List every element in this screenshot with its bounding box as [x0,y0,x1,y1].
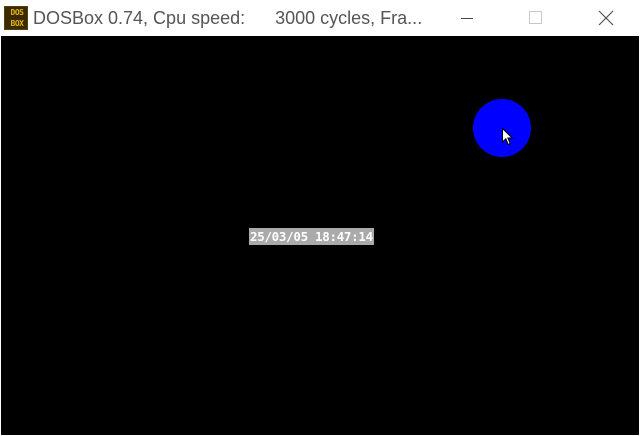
close-button[interactable] [582,0,628,36]
dosbox-icon-text-top: DOS [10,8,24,17]
maximize-button[interactable] [512,0,558,36]
maximize-icon [529,11,542,24]
dos-screen[interactable]: 25/03/05 18:47:14 [1,36,639,435]
window-title: DOSBox 0.74, Cpu speed: 3000 cycles, Fra… [33,8,423,28]
dosbox-icon[interactable]: DOS BOX [4,6,28,30]
title-bar[interactable]: DOS BOX DOSBox 0.74, Cpu speed: 3000 cyc… [0,0,640,36]
minimize-icon [461,18,473,19]
minimize-button[interactable] [444,0,490,36]
datetime-display: 25/03/05 18:47:14 [249,228,374,245]
close-icon [598,10,614,26]
mouse-cursor-icon [502,127,514,146]
dosbox-icon-text-bottom: BOX [10,19,24,28]
